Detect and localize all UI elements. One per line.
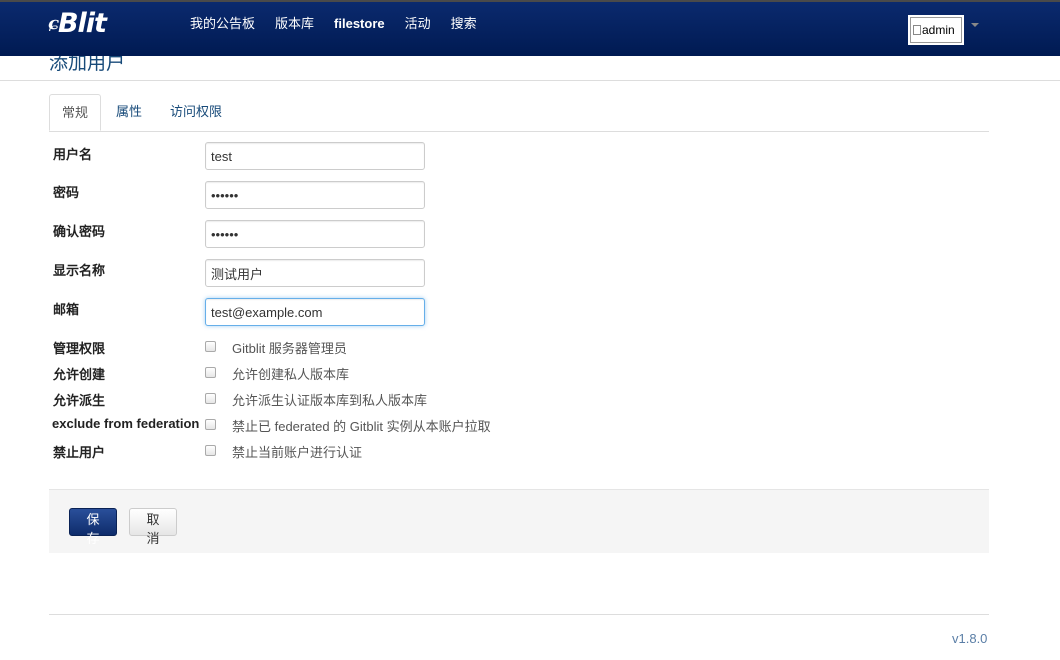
- exclude-federation-checkbox[interactable]: [205, 419, 216, 430]
- form-actions: 保存 取消: [49, 489, 989, 553]
- tab-attributes[interactable]: 属性: [104, 94, 154, 130]
- avatar-alt-text: admin: [922, 23, 955, 37]
- main-nav: 我的公告板 版本库 filestore 活动 搜索: [180, 2, 487, 56]
- admin-permission-label: 管理权限: [53, 341, 106, 356]
- gitblit-logo[interactable]: ɕ Blit: [48, 8, 107, 39]
- display-name-input[interactable]: [205, 259, 425, 287]
- nav-activity[interactable]: 活动: [395, 2, 441, 56]
- allow-create-label: 允许创建: [53, 367, 106, 382]
- allow-create-text: 允许创建私人版本库: [232, 367, 350, 382]
- username-label: 用户名: [53, 147, 93, 162]
- broken-image-icon: [913, 25, 921, 35]
- broken-image: admin: [910, 17, 962, 43]
- email-label: 邮箱: [53, 302, 80, 317]
- tab-bar: 常规 属性 访问权限: [49, 94, 989, 132]
- disable-user-checkbox[interactable]: [205, 445, 216, 456]
- logo-mark-icon: ɕ: [48, 13, 59, 34]
- page-header: 添加用户: [0, 56, 1060, 81]
- display-name-label: 显示名称: [53, 263, 106, 278]
- allow-fork-label: 允许派生: [53, 393, 106, 408]
- exclude-federation-text: 禁止已 federated 的 Gitblit 实例从本账户拉取: [232, 419, 491, 434]
- nav-search[interactable]: 搜索: [441, 2, 487, 56]
- footer-divider: [49, 614, 989, 615]
- user-avatar[interactable]: admin: [908, 15, 964, 45]
- version-label: v1.8.0: [952, 631, 988, 646]
- admin-permission-text: Gitblit 服务器管理员: [232, 341, 347, 356]
- tab-access-permissions[interactable]: 访问权限: [158, 94, 234, 130]
- email-input[interactable]: [205, 298, 425, 326]
- username-input[interactable]: [205, 142, 425, 170]
- disable-user-text: 禁止当前账户进行认证: [232, 445, 363, 460]
- confirm-password-input[interactable]: [205, 220, 425, 248]
- password-input[interactable]: [205, 181, 425, 209]
- page-title: 添加用户: [49, 56, 126, 74]
- allow-fork-checkbox[interactable]: [205, 393, 216, 404]
- confirm-password-label: 确认密码: [53, 224, 106, 239]
- nav-filestore[interactable]: filestore: [324, 2, 395, 56]
- nav-dashboard[interactable]: 我的公告板: [180, 2, 265, 56]
- allow-create-checkbox[interactable]: [205, 367, 216, 378]
- password-label: 密码: [53, 185, 80, 200]
- logo-text: Blit: [57, 8, 107, 39]
- cancel-button[interactable]: 取消: [129, 508, 177, 546]
- user-menu-caret-icon[interactable]: [971, 23, 979, 27]
- save-button[interactable]: 保存: [69, 508, 117, 546]
- exclude-federation-label: exclude from federation: [52, 416, 200, 431]
- allow-fork-text: 允许派生认证版本库到私人版本库: [232, 393, 428, 408]
- nav-repositories[interactable]: 版本库: [265, 2, 324, 56]
- admin-permission-checkbox[interactable]: [205, 341, 216, 352]
- disable-user-label: 禁止用户: [53, 445, 106, 460]
- top-navbar: ɕ Blit 我的公告板 版本库 filestore 活动 搜索 admin: [0, 0, 1060, 56]
- tab-general[interactable]: 常规: [49, 94, 102, 131]
